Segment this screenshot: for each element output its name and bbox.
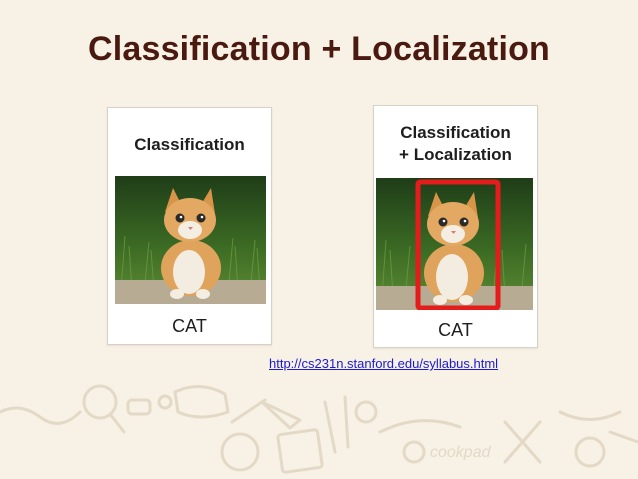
classification-result-label: CAT: [172, 316, 207, 336]
localization-heading-line1: Classification: [400, 123, 511, 142]
slide-title: Classification + Localization: [87, 30, 551, 68]
cooking-doodle-decoration: cookpad: [0, 384, 638, 474]
localization-card: Classification + Localization CAT: [373, 105, 538, 348]
kitten-photo: [115, 176, 266, 304]
cookpad-watermark: cookpad: [430, 444, 492, 461]
kitten-photo-with-bounding-box: [376, 178, 533, 310]
source-link[interactable]: http://cs231n.stanford.edu/syllabus.html: [269, 356, 498, 371]
classification-card: Classification CAT: [107, 107, 272, 345]
localization-heading-line2: + Localization: [399, 145, 512, 164]
classification-heading: Classification: [134, 135, 245, 154]
localization-result-label: CAT: [438, 320, 473, 340]
localization-heading: Classification + Localization: [374, 122, 537, 166]
